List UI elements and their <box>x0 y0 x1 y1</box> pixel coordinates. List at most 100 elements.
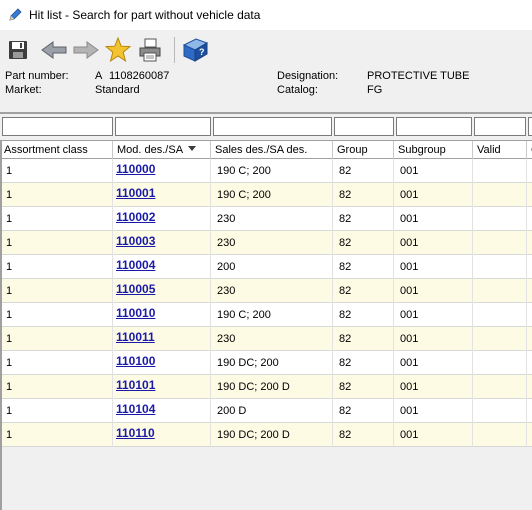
filter-mod-input[interactable] <box>115 117 211 136</box>
svg-text:?: ? <box>199 47 205 57</box>
mod-des-link[interactable]: 110010 <box>113 303 211 327</box>
cell-subgroup: 001 <box>394 303 473 327</box>
filter-row <box>0 114 532 140</box>
cell-valid <box>473 279 527 303</box>
forward-button[interactable] <box>72 36 100 64</box>
mod-des-link[interactable]: 110000 <box>113 159 211 183</box>
designation-value: PROTECTIVE TUBE <box>367 70 470 82</box>
cell-valid <box>473 255 527 279</box>
filter-subgroup-input[interactable] <box>396 117 472 136</box>
cell-sales: 190 C; 200 <box>211 183 333 207</box>
cell-valid <box>473 423 527 447</box>
table-row[interactable]: 1 110010 190 C; 200 82 001 <box>0 303 532 327</box>
cell-subgroup: 001 <box>394 183 473 207</box>
cell-group: 82 <box>333 303 394 327</box>
floppy-disk-icon <box>9 41 27 59</box>
table-row[interactable]: 1 110011 230 82 001 <box>0 327 532 351</box>
cell-extra <box>527 231 532 255</box>
table-row[interactable]: 1 110004 200 82 001 <box>0 255 532 279</box>
cell-group: 82 <box>333 375 394 399</box>
cell-group: 82 <box>333 351 394 375</box>
cell-extra <box>527 399 532 423</box>
cell-group: 82 <box>333 399 394 423</box>
mod-des-link[interactable]: 110003 <box>113 231 211 255</box>
mod-des-link[interactable]: 110001 <box>113 183 211 207</box>
filter-extra-input[interactable] <box>528 117 532 136</box>
part-number-prefix: A <box>95 70 103 82</box>
cell-assortment: 1 <box>0 207 113 231</box>
cell-subgroup: 001 <box>394 399 473 423</box>
app-pencil-icon <box>7 7 23 23</box>
col-header-subgroup[interactable]: Subgroup <box>394 141 473 159</box>
help-button[interactable]: ? <box>181 36 209 64</box>
toolbar-separator <box>174 37 175 63</box>
filter-sales-input[interactable] <box>213 117 332 136</box>
cell-assortment: 1 <box>0 399 113 423</box>
cell-extra <box>527 255 532 279</box>
cell-valid <box>473 327 527 351</box>
cell-assortment: 1 <box>0 255 113 279</box>
table-row[interactable]: 1 110101 190 DC; 200 D 82 001 <box>0 375 532 399</box>
table-row[interactable]: 1 110003 230 82 001 <box>0 231 532 255</box>
market-value: Standard <box>95 84 140 96</box>
sort-descending-icon <box>188 146 197 151</box>
toolbar: ? <box>0 33 532 67</box>
col-header-assortment[interactable]: Assortment class <box>0 141 113 159</box>
cell-subgroup: 001 <box>394 207 473 231</box>
cell-sales: 190 DC; 200 D <box>211 375 333 399</box>
cell-group: 82 <box>333 183 394 207</box>
cell-subgroup: 001 <box>394 375 473 399</box>
mod-des-link[interactable]: 110002 <box>113 207 211 231</box>
cell-group: 82 <box>333 159 394 183</box>
cell-subgroup: 001 <box>394 423 473 447</box>
col-header-mod[interactable]: Mod. des./SA <box>113 141 211 159</box>
table-left-border <box>0 140 2 510</box>
col-header-sales[interactable]: Sales des./SA des. <box>211 141 333 159</box>
cell-group: 82 <box>333 423 394 447</box>
col-header-extra[interactable]: C <box>527 141 532 159</box>
col-header-group[interactable]: Group <box>333 141 394 159</box>
cell-group: 82 <box>333 231 394 255</box>
cell-subgroup: 001 <box>394 351 473 375</box>
designation-label: Designation: <box>277 70 339 82</box>
table-row[interactable]: 1 110000 190 C; 200 82 001 <box>0 159 532 183</box>
col-header-valid[interactable]: Valid <box>473 141 527 159</box>
table-row[interactable]: 1 110005 230 82 001 <box>0 279 532 303</box>
cell-sales: 230 <box>211 207 333 231</box>
cell-valid <box>473 375 527 399</box>
cell-extra <box>527 159 532 183</box>
table-row[interactable]: 1 110001 190 C; 200 82 001 <box>0 183 532 207</box>
table-row[interactable]: 1 110104 200 D 82 001 <box>0 399 532 423</box>
window-title: Hit list - Search for part without vehic… <box>29 8 261 22</box>
print-button[interactable] <box>136 36 164 64</box>
mod-des-link[interactable]: 110104 <box>113 399 211 423</box>
cell-valid <box>473 159 527 183</box>
mod-des-link[interactable]: 110005 <box>113 279 211 303</box>
mod-des-link[interactable]: 110101 <box>113 375 211 399</box>
mod-des-link[interactable]: 110011 <box>113 327 211 351</box>
back-button[interactable] <box>40 36 68 64</box>
part-info-panel: Part number: A 1108260087 Market: Standa… <box>0 70 532 110</box>
mod-des-link[interactable]: 110004 <box>113 255 211 279</box>
cell-valid <box>473 207 527 231</box>
mod-des-link[interactable]: 110110 <box>113 423 211 447</box>
filter-valid-input[interactable] <box>474 117 526 136</box>
cell-valid <box>473 399 527 423</box>
cell-assortment: 1 <box>0 183 113 207</box>
arrow-left-icon <box>41 41 67 59</box>
table-row[interactable]: 1 110110 190 DC; 200 D 82 001 <box>0 423 532 447</box>
cell-group: 82 <box>333 255 394 279</box>
filter-group-input[interactable] <box>334 117 394 136</box>
favorite-button[interactable] <box>104 36 132 64</box>
table-row[interactable]: 1 110100 190 DC; 200 82 001 <box>0 351 532 375</box>
cell-sales: 200 <box>211 255 333 279</box>
cell-assortment: 1 <box>0 375 113 399</box>
cell-extra <box>527 327 532 351</box>
mod-des-link[interactable]: 110100 <box>113 351 211 375</box>
cell-sales: 230 <box>211 279 333 303</box>
table-header: Assortment class Mod. des./SA Sales des.… <box>0 140 532 159</box>
table-row[interactable]: 1 110002 230 82 001 <box>0 207 532 231</box>
save-button[interactable] <box>4 36 32 64</box>
filter-assortment-input[interactable] <box>2 117 113 136</box>
cell-assortment: 1 <box>0 159 113 183</box>
